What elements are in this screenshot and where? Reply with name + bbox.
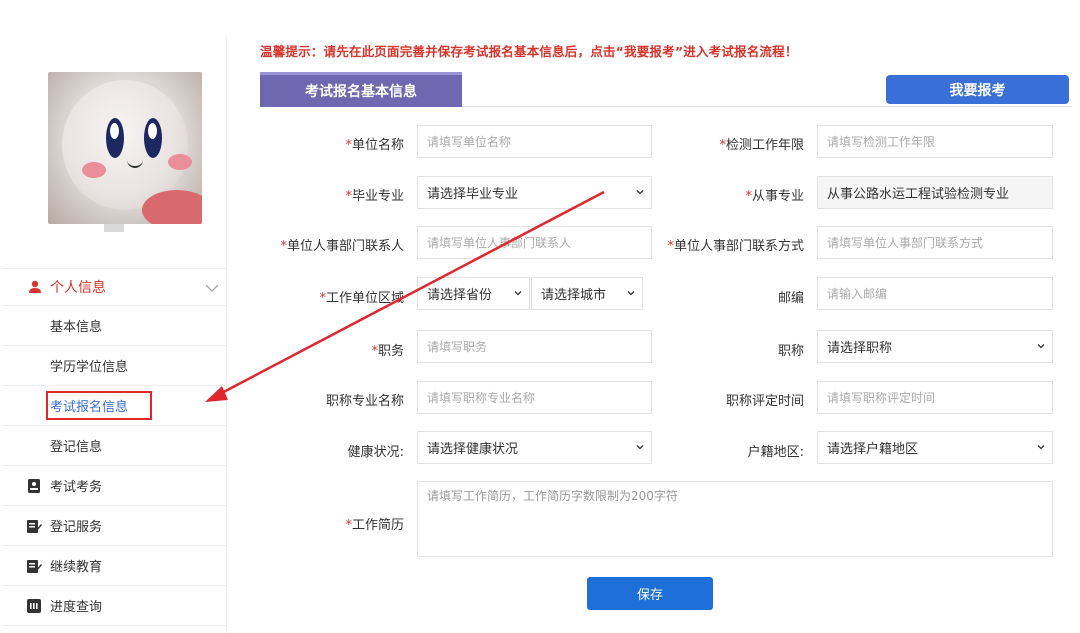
sidebar-item-registration-info[interactable]: 登记信息 (2, 426, 227, 466)
sidebar-item-label: 登记信息 (50, 440, 103, 455)
apply-exam-button[interactable]: 我要报考 (886, 75, 1069, 104)
sidebar-item-education[interactable]: 学历学位信息 (2, 346, 227, 386)
avatar-eye-left (106, 118, 124, 158)
title-major-input[interactable]: 请填写职称专业名称 (417, 381, 652, 414)
progress-icon (27, 598, 41, 613)
chevron-down-icon (1037, 445, 1045, 450)
tab-exam-basic-info[interactable]: 考试报名基本信息 (260, 72, 462, 107)
title-date-input[interactable]: 请填写职称评定时间 (817, 381, 1053, 414)
avatar-foot (142, 190, 202, 224)
label-title-date: 职称评定时间 (725, 394, 804, 409)
major-select[interactable]: 请选择毕业专业 (417, 176, 652, 209)
notice-text: 温馨提示：请先在此页面完善并保存考试报名基本信息后，点击“我要报考”进入考试报名… (260, 44, 798, 59)
chevron-down-icon (636, 190, 644, 195)
sidebar-item-label: 学历学位信息 (50, 360, 129, 375)
menu-personal-info[interactable]: 个人信息 (2, 268, 227, 306)
avatar-cheek-right (168, 154, 192, 170)
label-major: *毕业专业 (345, 189, 404, 204)
avatar-caption-blur (104, 224, 124, 232)
avatar-cheek-left (82, 162, 106, 178)
sidebar-item-label: 考试报名信息 (46, 391, 153, 420)
sidebar-section-label: 登记服务 (50, 520, 103, 535)
position-input[interactable]: 请填写职务 (417, 330, 652, 363)
title-select[interactable]: 请选择职称 (817, 330, 1053, 363)
sidebar-item-label: 基本信息 (50, 320, 103, 335)
label-title-major: 职称专业名称 (325, 394, 404, 409)
label-unit-name: *单位名称 (345, 138, 404, 153)
city-select-value: 请选择城市 (541, 288, 607, 303)
major-select-value: 请选择毕业专业 (427, 187, 519, 202)
sidebar-section-exam-affairs[interactable]: 考试考务 (2, 466, 227, 506)
sidebar-section-registration-service[interactable]: 登记服务 (2, 506, 227, 546)
sidebar-item-exam-registration[interactable]: 考试报名信息 (2, 386, 227, 426)
label-hr-contact: *单位人事部门联系人 (280, 239, 404, 254)
chevron-down-icon (1037, 344, 1045, 349)
label-title: 职称 (777, 344, 804, 359)
sidebar-section-continuing-education[interactable]: 继续教育 (2, 546, 227, 586)
city-select[interactable]: 请选择城市 (531, 277, 643, 310)
sidebar-section-label: 考试考务 (50, 480, 103, 495)
sidebar-menu: 个人信息 基本信息 学历学位信息 考试报名信息 登记信息 考试考务 登记服务 继… (2, 268, 227, 626)
work-years-input[interactable]: 请填写检测工作年限 (817, 125, 1053, 158)
sidebar-item-basic-info[interactable]: 基本信息 (2, 306, 227, 346)
sidebar-section-progress-query[interactable]: 进度查询 (2, 586, 227, 626)
province-select-value: 请选择省份 (427, 288, 493, 303)
edit-doc-icon (27, 519, 42, 533)
province-select[interactable]: 请选择省份 (417, 277, 530, 310)
sidebar: 个人信息 基本信息 学历学位信息 考试报名信息 登记信息 考试考务 登记服务 继… (2, 37, 227, 633)
label-household: 户籍地区: (747, 445, 804, 460)
label-position: *职务 (371, 344, 404, 359)
chevron-down-icon (514, 291, 522, 296)
unit-name-input[interactable]: 请填写单位名称 (417, 125, 652, 158)
health-select[interactable]: 请选择健康状况 (417, 431, 652, 464)
hr-phone-input[interactable]: 请填写单位人事部门联系方式 (817, 226, 1053, 259)
label-postcode: 邮编 (777, 291, 804, 306)
label-hr-phone: *单位人事部门联系方式 (667, 239, 804, 254)
label-region: *工作单位区域 (319, 291, 404, 306)
menu-personal-info-label: 个人信息 (50, 280, 106, 296)
avatar-eye-right (144, 118, 162, 158)
chevron-down-icon (636, 445, 644, 450)
hr-contact-input[interactable]: 请填写单位人事部门联系人 (417, 226, 652, 259)
health-select-value: 请选择健康状况 (427, 442, 519, 457)
user-icon (29, 280, 41, 293)
chevron-down-icon (205, 284, 219, 292)
exam-card-icon (28, 478, 40, 493)
avatar (48, 72, 202, 224)
postcode-input[interactable]: 请输入邮编 (817, 277, 1053, 310)
save-button[interactable]: 保存 (587, 577, 713, 610)
resume-textarea[interactable]: 请填写工作简历，工作简历字数限制为200字符 (417, 481, 1053, 557)
avatar-mouth (127, 160, 143, 168)
household-select-value: 请选择户籍地区 (827, 442, 919, 457)
household-select[interactable]: 请选择户籍地区 (817, 431, 1053, 464)
label-profession: *从事专业 (745, 189, 804, 204)
sidebar-section-label: 继续教育 (50, 560, 103, 575)
edit-doc-icon (27, 559, 42, 573)
title-select-value: 请选择职称 (827, 341, 893, 356)
profession-field: 从事公路水运工程试验检测专业 (817, 176, 1053, 209)
label-health: 健康状况: (347, 445, 404, 460)
label-resume: *工作简历 (345, 518, 404, 533)
sidebar-section-label: 进度查询 (50, 600, 103, 615)
label-work-years: *检测工作年限 (719, 138, 804, 153)
chevron-down-icon (627, 291, 635, 296)
